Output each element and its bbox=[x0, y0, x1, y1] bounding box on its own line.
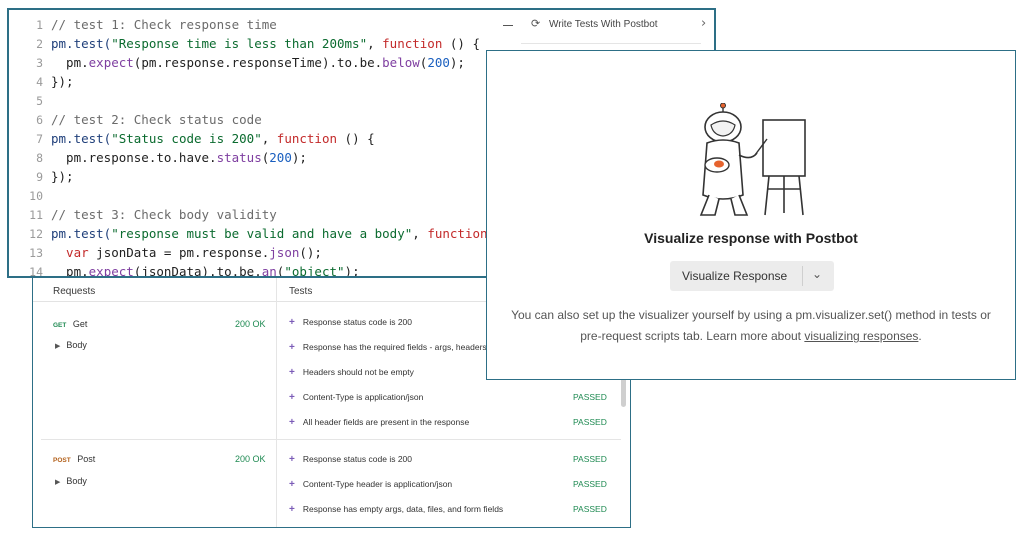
code-line: // test 3: Check body validity bbox=[51, 207, 277, 222]
code-line: pm.expect(pm.response.responseTime).to.b… bbox=[51, 55, 465, 70]
test-name: Headers should not be empty bbox=[302, 367, 414, 377]
code-line: pm.test("response must be valid and have… bbox=[51, 226, 525, 241]
test-name: Content-Type is application/json bbox=[302, 392, 424, 402]
column-divider bbox=[276, 267, 277, 527]
test-result-badge: PASSED bbox=[573, 504, 607, 514]
line-number: 3 bbox=[36, 56, 43, 70]
visualizing-responses-link[interactable]: visualizing responses bbox=[804, 329, 918, 343]
status-code: 200 OK bbox=[235, 319, 266, 329]
plus-icon: + bbox=[289, 342, 295, 353]
test-name: All header fields are present in the res… bbox=[302, 417, 470, 427]
method-badge: POST bbox=[53, 457, 71, 464]
body-label: Body bbox=[66, 476, 87, 486]
request-get[interactable]: GET Get bbox=[53, 319, 87, 329]
request-post[interactable]: POST Post bbox=[53, 454, 95, 464]
plus-icon: + bbox=[289, 317, 295, 328]
code-line: pm.test("Status code is 200", function (… bbox=[51, 131, 375, 146]
line-number: 9 bbox=[36, 170, 43, 184]
line-number: 10 bbox=[29, 189, 43, 203]
visualize-title: Visualize response with Postbot bbox=[644, 230, 858, 246]
line-number: 11 bbox=[29, 208, 43, 222]
method-badge: GET bbox=[53, 322, 67, 329]
code-line: var jsonData = pm.response.json(); bbox=[51, 245, 322, 260]
write-tests-with-postbot-item[interactable]: Write Tests With Postbot bbox=[549, 19, 658, 30]
plus-icon: + bbox=[289, 367, 295, 378]
collapse-dash-icon[interactable] bbox=[503, 25, 513, 26]
code-line: // test 2: Check status code bbox=[51, 112, 262, 127]
caret-right-icon: ▶ bbox=[55, 343, 61, 350]
test-name: Response status code is 200 bbox=[302, 317, 412, 327]
line-number: 13 bbox=[29, 246, 43, 260]
line-number: 12 bbox=[29, 227, 43, 241]
visualize-response-button[interactable]: Visualize Response ⌄ bbox=[670, 261, 834, 291]
test-row[interactable]: + Headers should not be empty bbox=[289, 367, 414, 378]
line-number: 5 bbox=[36, 94, 43, 108]
request-divider bbox=[41, 439, 621, 440]
plus-icon: + bbox=[289, 504, 295, 515]
body-toggle[interactable]: ▶ Body bbox=[55, 340, 87, 350]
code-line: // test 1: Check response time bbox=[51, 17, 277, 32]
plus-icon: + bbox=[289, 392, 295, 403]
caret-right-icon: ▶ bbox=[55, 479, 61, 486]
line-number: 6 bbox=[36, 113, 43, 127]
line-number: 14 bbox=[29, 265, 43, 278]
divider bbox=[521, 43, 701, 44]
body-label: Body bbox=[66, 340, 87, 350]
test-row[interactable]: + Response status code is 200 bbox=[289, 317, 412, 328]
line-number: 8 bbox=[36, 151, 43, 165]
code-line: }); bbox=[51, 74, 74, 89]
body-toggle[interactable]: ▶ Body bbox=[55, 476, 87, 486]
test-row[interactable]: + Content-Type header is application/json bbox=[289, 479, 452, 490]
code-line: pm.test("Response time is less than 200m… bbox=[51, 36, 481, 51]
test-row[interactable]: + All header fields are present in the re… bbox=[289, 417, 469, 428]
line-number: 4 bbox=[36, 75, 43, 89]
test-row[interactable]: + Content-Type is application/json bbox=[289, 392, 423, 403]
button-divider bbox=[802, 266, 803, 286]
test-result-badge: PASSED bbox=[573, 479, 607, 489]
postbot-icon: ⟳ bbox=[531, 17, 541, 30]
scrollbar-thumb[interactable] bbox=[621, 377, 626, 407]
test-name: Content-Type header is application/json bbox=[302, 479, 453, 489]
line-number: 2 bbox=[36, 37, 43, 51]
code-line: }); bbox=[51, 169, 74, 184]
test-row[interactable]: + Response status code is 200 bbox=[289, 454, 412, 465]
line-number: 7 bbox=[36, 132, 43, 146]
code-line: pm.response.to.have.status(200); bbox=[51, 150, 307, 165]
code-line: pm.expect(jsonData).to.be.an("object"); bbox=[51, 264, 360, 278]
line-number: 1 bbox=[36, 18, 43, 32]
request-name: Post bbox=[77, 454, 96, 464]
test-result-badge: PASSED bbox=[573, 417, 607, 427]
plus-icon: + bbox=[289, 417, 295, 428]
tests-column-header: Tests bbox=[289, 286, 313, 297]
test-result-badge: PASSED bbox=[573, 392, 607, 402]
visualize-response-label: Visualize Response bbox=[682, 269, 788, 283]
test-row[interactable]: + Response has empty args, data, files, a… bbox=[289, 504, 503, 515]
plus-icon: + bbox=[289, 454, 295, 465]
test-name: Response has empty args, data, files, an… bbox=[302, 504, 504, 514]
test-result-badge: PASSED bbox=[573, 454, 607, 464]
visualize-panel: Visualize response with Postbot Visualiz… bbox=[486, 50, 1016, 380]
chevron-right-icon[interactable]: › bbox=[701, 16, 706, 31]
test-name: Response status code is 200 bbox=[302, 454, 412, 464]
status-code: 200 OK bbox=[235, 454, 266, 464]
request-name: Get bbox=[72, 319, 88, 329]
postbot-painter-illustration bbox=[699, 103, 806, 216]
chevron-down-icon[interactable]: ⌄ bbox=[812, 267, 822, 281]
requests-column-header: Requests bbox=[53, 286, 96, 297]
postbot-side-panel: ⟳ Write Tests With Postbot › bbox=[501, 10, 711, 50]
plus-icon: + bbox=[289, 479, 295, 490]
visualize-description: You can also set up the visualizer yours… bbox=[511, 308, 991, 343]
